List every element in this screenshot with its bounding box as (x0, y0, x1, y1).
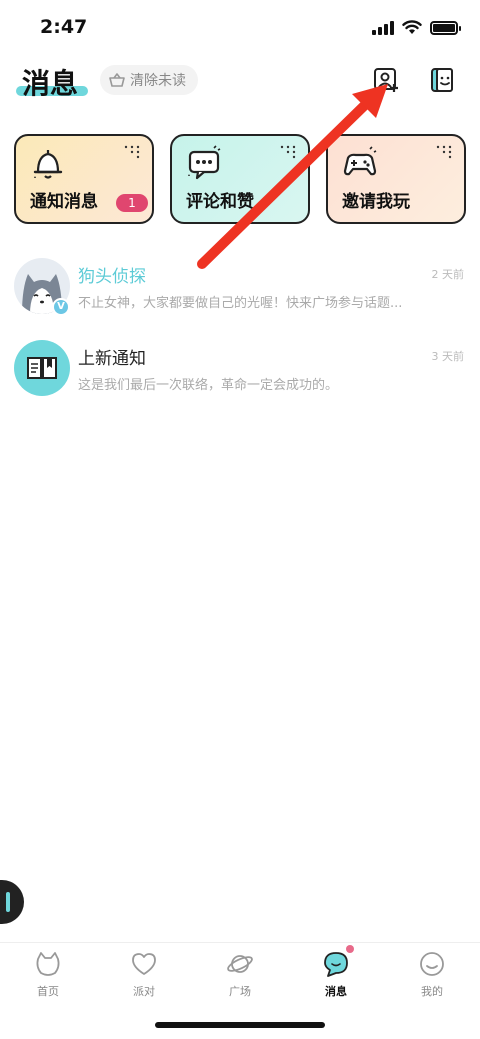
tab-label: 首页 (37, 985, 59, 998)
planet-icon (227, 955, 253, 973)
contacts-button[interactable] (428, 66, 456, 94)
message-sender: 上新通知 (78, 349, 146, 369)
card-comments-likes[interactable]: 评论和赞 (170, 134, 310, 224)
card-label: 邀请我玩 (342, 192, 410, 212)
card-notifications[interactable]: 通知消息 1 (14, 134, 154, 224)
signal-icon (372, 20, 394, 35)
status-time: 2:47 (40, 16, 88, 38)
tab-label: 派对 (133, 985, 155, 998)
contacts-icon (431, 68, 453, 92)
avatar (14, 340, 70, 396)
status-icons (372, 20, 461, 35)
tab-party[interactable]: 派对 (96, 943, 192, 1006)
dots-decoration (124, 145, 140, 159)
add-user-icon (374, 68, 398, 92)
bell-icon (33, 150, 63, 179)
message-preview: 不止女神，大家都要做自己的光喔！快来广场参与话题... (78, 296, 403, 311)
book-avatar-icon (14, 340, 70, 396)
heart-icon (132, 953, 156, 975)
cat-icon (36, 952, 60, 976)
category-cards: 通知消息 1 评论和赞 邀请我玩 (14, 134, 466, 224)
tab-label: 我的 (421, 985, 443, 998)
status-bar: 2:47 (0, 0, 480, 56)
unread-badge: 1 (116, 194, 148, 212)
dots-decoration (280, 145, 296, 159)
message-time: 2 天前 (431, 268, 465, 281)
add-friend-button[interactable] (372, 66, 400, 94)
unread-dot (346, 945, 354, 953)
message-preview: 这是我们最后一次联络，革命一定会成功的。 (78, 378, 339, 393)
tab-square[interactable]: 广场 (192, 943, 288, 1006)
page-header: 消息 清除未读 (0, 60, 480, 110)
tab-label: 消息 (325, 985, 347, 998)
wifi-icon (402, 20, 422, 34)
basket-icon (109, 73, 125, 87)
message-item[interactable]: V 狗头侦探 不止女神，大家都要做自己的光喔！快来广场参与话题... 2 天前 (0, 258, 480, 322)
floating-handle[interactable] (0, 880, 24, 924)
message-item[interactable]: 上新通知 这是我们最后一次联络，革命一定会成功的。 3 天前 (0, 340, 480, 404)
home-indicator (155, 1022, 325, 1028)
clear-unread-button[interactable]: 清除未读 (100, 65, 198, 95)
verified-badge-icon: V (52, 298, 70, 316)
dots-decoration (436, 145, 452, 159)
message-icon (324, 952, 348, 977)
card-invite-play[interactable]: 邀请我玩 (326, 134, 466, 224)
clear-unread-label: 清除未读 (130, 73, 186, 89)
card-label: 评论和赞 (186, 192, 254, 212)
page-title: 消息 (22, 67, 79, 100)
tab-profile[interactable]: 我的 (384, 943, 480, 1006)
battery-icon (430, 20, 461, 35)
gamepad-icon (343, 146, 377, 176)
bottom-tab-bar: 首页 派对 广场 消息 我的 (0, 942, 480, 1006)
tab-label: 广场 (229, 985, 251, 998)
message-time: 3 天前 (431, 350, 465, 363)
tab-home[interactable]: 首页 (0, 943, 96, 1006)
chat-bubble-icon (188, 145, 221, 180)
card-label: 通知消息 (30, 192, 98, 212)
message-sender: 狗头侦探 (78, 267, 146, 287)
smile-icon (420, 952, 444, 976)
tab-messages[interactable]: 消息 (288, 943, 384, 1006)
